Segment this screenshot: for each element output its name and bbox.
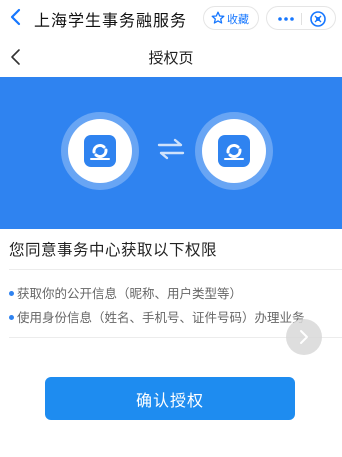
permission-text: 使用身份信息（姓名、手机号、证件号码）办理业务	[17, 310, 305, 325]
bullet-dot-icon	[9, 291, 14, 296]
floating-next-button[interactable]	[286, 319, 322, 355]
page-title: 授权页	[148, 49, 194, 67]
chevron-right-icon	[300, 330, 308, 344]
app-logo-icon	[84, 135, 116, 167]
permission-item: 使用身份信息（姓名、手机号、证件号码）办理业务	[9, 307, 305, 326]
sub-header: 授权页	[0, 37, 342, 77]
bullet-dot-icon	[9, 315, 14, 320]
permission-item: 获取你的公开信息（昵称、用户类型等）	[9, 283, 242, 302]
app-logo-right	[195, 112, 273, 190]
favorite-label: 收藏	[227, 13, 249, 26]
capsule-menu	[266, 6, 336, 30]
back-arrow-icon[interactable]	[6, 7, 26, 27]
more-icon[interactable]	[277, 11, 295, 30]
star-icon	[211, 11, 225, 24]
app-title: 上海学生事务融服务	[34, 11, 188, 30]
confirm-authorize-button[interactable]: 确认授权	[45, 377, 295, 420]
divider	[9, 269, 342, 270]
top-bar: 上海学生事务融服务 收藏	[0, 0, 342, 37]
auth-banner	[0, 77, 342, 229]
app-logo-left	[61, 112, 139, 190]
favorite-button[interactable]: 收藏	[203, 6, 259, 30]
app-logo-icon	[218, 135, 250, 167]
permission-text: 获取你的公开信息（昵称、用户类型等）	[17, 286, 243, 301]
permission-heading: 您同意事务中心获取以下权限	[9, 241, 218, 259]
capsule-divider	[301, 13, 302, 25]
close-circle-icon[interactable]	[309, 10, 327, 32]
exchange-arrows-icon	[157, 137, 185, 165]
